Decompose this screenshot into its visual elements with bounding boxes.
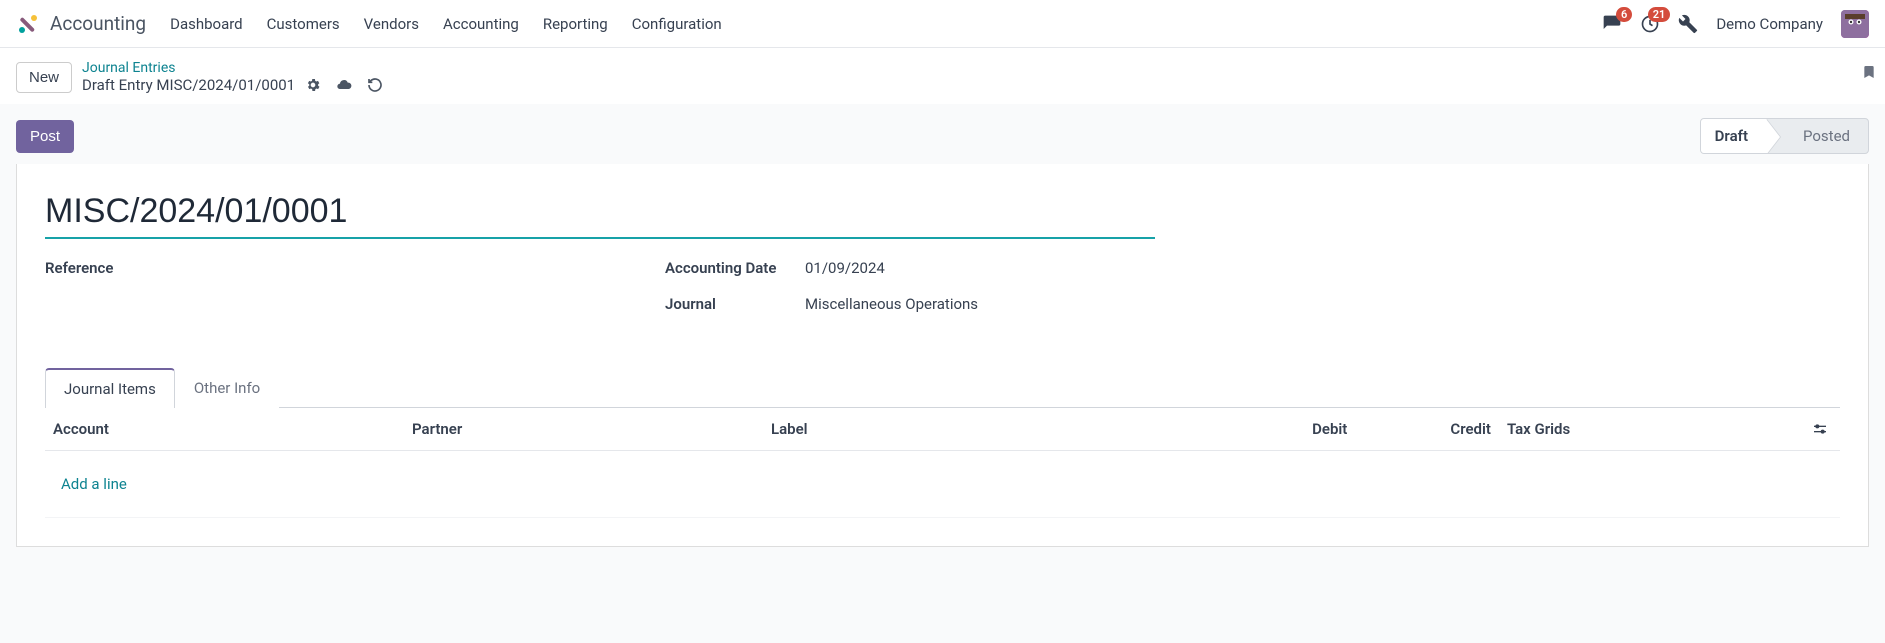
status-step-posted[interactable]: Posted	[1781, 119, 1868, 153]
tabs: Journal Items Other Info	[45, 367, 1840, 408]
col-account[interactable]: Account	[45, 408, 404, 451]
nav-item-reporting[interactable]: Reporting	[543, 15, 608, 33]
content-area: Post Draft Posted Reference Accounting D…	[0, 104, 1885, 547]
messages-icon[interactable]: 6	[1602, 14, 1622, 34]
col-label[interactable]: Label	[763, 408, 1194, 451]
breadcrumb: Journal Entries Draft Entry MISC/2024/01…	[82, 60, 383, 94]
status-step-draft[interactable]: Draft	[1701, 119, 1766, 153]
accounting-date-value[interactable]: 01/09/2024	[805, 259, 885, 277]
reference-label: Reference	[45, 259, 185, 277]
nav-item-configuration[interactable]: Configuration	[632, 15, 722, 33]
col-tax-grids[interactable]: Tax Grids	[1499, 408, 1804, 451]
messages-badge: 6	[1616, 7, 1632, 22]
col-settings[interactable]	[1804, 408, 1840, 451]
nav-item-dashboard[interactable]: Dashboard	[170, 15, 243, 33]
form-fields: Reference Accounting Date 01/09/2024 Jou…	[45, 259, 1840, 331]
form-sheet: Reference Accounting Date 01/09/2024 Jou…	[16, 164, 1869, 547]
col-credit[interactable]: Credit	[1355, 408, 1499, 451]
status-indicator: Draft Posted	[1700, 118, 1869, 154]
post-button[interactable]: Post	[16, 120, 74, 153]
user-avatar[interactable]	[1841, 10, 1869, 38]
breadcrumb-current-text: Draft Entry MISC/2024/01/0001	[82, 76, 295, 94]
control-panel: New Journal Entries Draft Entry MISC/202…	[0, 48, 1885, 104]
app-logo-icon[interactable]	[16, 12, 40, 36]
sliders-icon[interactable]	[1812, 421, 1832, 437]
gear-icon[interactable]	[305, 77, 321, 93]
status-arrow-icon	[1766, 119, 1780, 154]
activities-badge: 21	[1648, 7, 1671, 22]
activities-icon[interactable]: 21	[1640, 14, 1660, 34]
breadcrumb-parent-link[interactable]: Journal Entries	[82, 60, 383, 76]
app-title[interactable]: Accounting	[50, 12, 146, 35]
col-debit[interactable]: Debit	[1194, 408, 1356, 451]
journal-label: Journal	[665, 295, 805, 313]
breadcrumb-current: Draft Entry MISC/2024/01/0001	[82, 76, 383, 94]
nav-item-customers[interactable]: Customers	[267, 15, 340, 33]
nav-menu: Dashboard Customers Vendors Accounting R…	[170, 15, 722, 33]
nav-right: 6 21 Demo Company	[1602, 10, 1869, 38]
top-nav: Accounting Dashboard Customers Vendors A…	[0, 0, 1885, 48]
undo-icon[interactable]	[367, 77, 383, 93]
accounting-date-label: Accounting Date	[665, 259, 805, 277]
status-bar: Post Draft Posted	[0, 104, 1885, 164]
journal-value[interactable]: Miscellaneous Operations	[805, 295, 978, 313]
new-button[interactable]: New	[16, 62, 72, 93]
nav-item-accounting[interactable]: Accounting	[443, 15, 519, 33]
debug-tools-icon[interactable]	[1678, 14, 1698, 34]
nav-item-vendors[interactable]: Vendors	[364, 15, 419, 33]
tab-other-info[interactable]: Other Info	[175, 368, 279, 408]
journal-items-table: Account Partner Label Debit Credit Tax G…	[45, 408, 1840, 518]
entry-name-input[interactable]	[45, 192, 1155, 239]
cloud-icon[interactable]	[335, 77, 353, 93]
bookmark-icon[interactable]	[1861, 62, 1877, 82]
add-line-link[interactable]: Add a line	[53, 463, 135, 505]
company-selector[interactable]: Demo Company	[1716, 15, 1823, 33]
col-partner[interactable]: Partner	[404, 408, 763, 451]
tab-journal-items[interactable]: Journal Items	[45, 368, 175, 408]
